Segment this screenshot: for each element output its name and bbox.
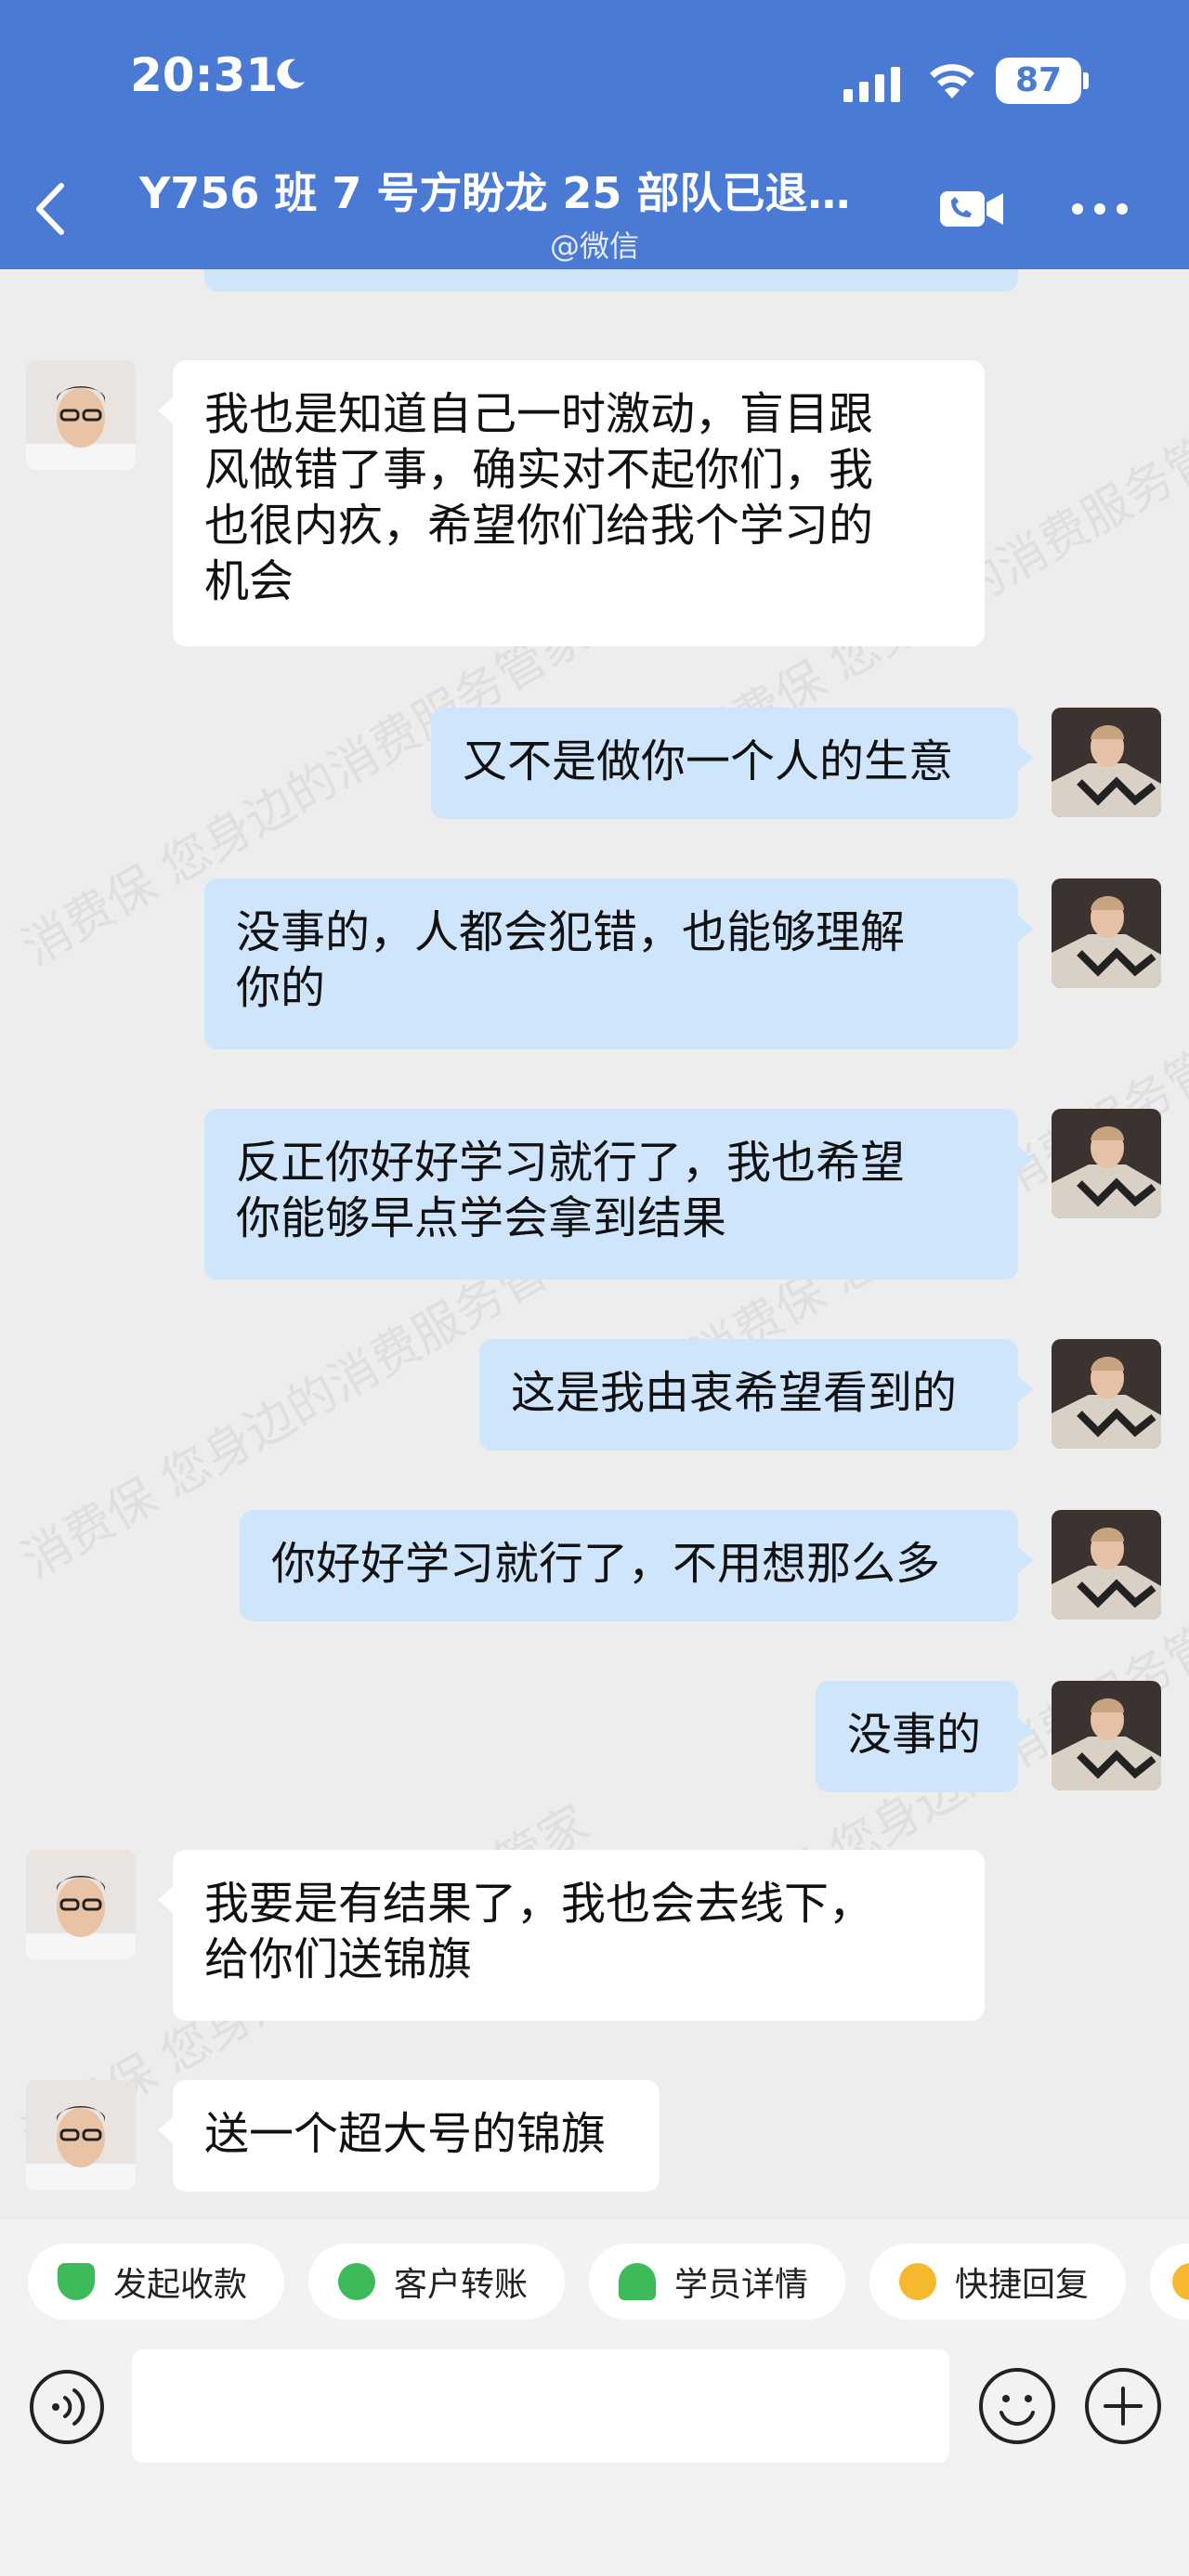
yuan-shield-icon <box>58 2263 95 2300</box>
message-bubble-outgoing[interactable]: 反正你好好学习就行了，我也希望 你能够早点学会拿到结果 <box>204 1109 1033 1280</box>
transfer-icon <box>338 2263 375 2300</box>
message-bubble-outgoing[interactable]: 没事的 <box>816 1681 1033 1792</box>
wifi-icon <box>930 64 974 98</box>
student-icon <box>619 2263 656 2300</box>
message-bubble-outgoing[interactable]: 又不是做你一个人的生意 <box>431 708 1033 819</box>
more-options-icon[interactable] <box>1070 197 1130 221</box>
moon-icon <box>277 59 305 89</box>
message-bubble-outgoing[interactable]: 你好好学习就行了，不用想那么多 <box>240 1510 1033 1621</box>
contact-avatar[interactable] <box>26 360 136 470</box>
user-avatar[interactable] <box>1052 1681 1161 1790</box>
user-avatar[interactable] <box>1052 708 1161 817</box>
customer-transfer-button[interactable]: 客户转账 <box>308 2244 565 2320</box>
chat-header: 20:31 87 Y756 班 7 号方盼龙 25 部队已退… @微信 <box>0 0 1189 269</box>
contact-avatar[interactable] <box>26 2080 136 2190</box>
chat-title: Y756 班 7 号方盼龙 25 部队已退… <box>139 168 851 218</box>
status-time: 20:31 <box>130 48 279 102</box>
quick-action-label: 客户转账 <box>394 2266 529 2304</box>
previous-message-stub <box>204 269 1018 292</box>
message-bubble-incoming[interactable]: 我要是有结果了，我也会去线下， 给你们送锦旗 <box>158 1850 985 2021</box>
contact-avatar[interactable] <box>26 1850 136 1959</box>
battery-nub <box>1083 72 1089 89</box>
message-bubble-incoming[interactable]: 我也是知道自己一时激动，盲目跟 风做错了事，确实对不起你们，我 也很内疚，希望你… <box>158 360 985 646</box>
more-quick-action-button[interactable] <box>1150 2244 1189 2320</box>
user-avatar[interactable] <box>1052 1339 1161 1449</box>
extra-action-icon <box>1172 2263 1189 2300</box>
message-bubble-outgoing[interactable]: 这是我由衷希望看到的 <box>479 1339 1033 1451</box>
video-call-icon[interactable] <box>938 186 1005 232</box>
battery-level: 87 <box>996 58 1081 104</box>
message-input[interactable] <box>132 2349 949 2463</box>
quick-action-bar: 发起收款 客户转账 学员详情 快捷回复 <box>0 2219 1189 2331</box>
quick-action-label: 快捷回复 <box>955 2266 1090 2304</box>
cellular-signal-icon <box>843 67 900 102</box>
quick-action-label: 学员详情 <box>674 2266 809 2304</box>
emoji-icon[interactable] <box>977 2366 1057 2446</box>
message-bubble-incoming[interactable]: 送一个超大号的锦旗 <box>158 2080 660 2192</box>
input-bar <box>0 2331 1189 2576</box>
user-avatar[interactable] <box>1052 878 1161 988</box>
start-payment-button[interactable]: 发起收款 <box>28 2244 284 2320</box>
voice-input-icon[interactable] <box>28 2368 106 2446</box>
quick-action-label: 发起收款 <box>113 2266 248 2304</box>
plus-icon[interactable] <box>1083 2366 1163 2446</box>
chat-area[interactable]: 消费保 您身边的消费服务管家 消费保 您身边的消费服务管家 消费保 您身边的消费… <box>0 269 1189 2201</box>
quick-reply-icon <box>899 2263 936 2300</box>
student-details-button[interactable]: 学员详情 <box>589 2244 845 2320</box>
chat-subtitle: @微信 <box>549 228 639 264</box>
message-bubble-outgoing[interactable]: 没事的，人都会犯错，也能够理解 你的 <box>204 878 1033 1049</box>
user-avatar[interactable] <box>1052 1510 1161 1620</box>
user-avatar[interactable] <box>1052 1109 1161 1218</box>
quick-reply-button[interactable]: 快捷回复 <box>869 2244 1126 2320</box>
